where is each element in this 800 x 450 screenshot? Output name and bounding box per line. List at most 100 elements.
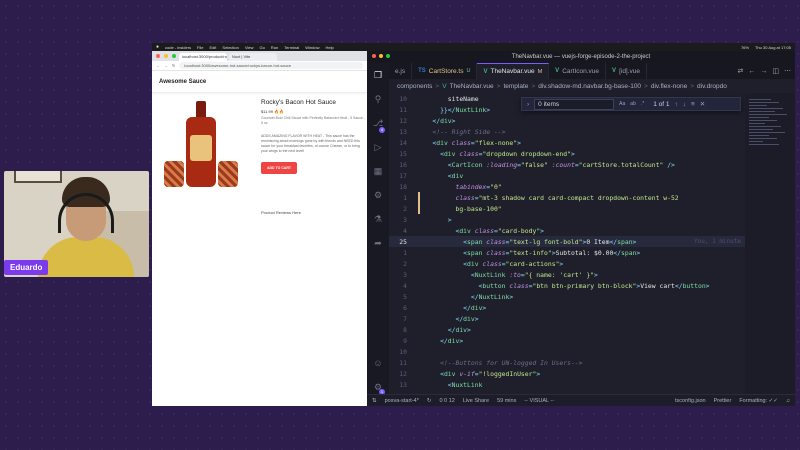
code-line: 18 tabindex="0" (389, 181, 745, 192)
notifications-bell-icon[interactable]: ♫ (786, 398, 790, 404)
browser-tab-nuxt[interactable]: Nuxt | Vite (229, 53, 277, 61)
previous-match-icon[interactable]: ↑ (674, 101, 677, 108)
tab-carticon[interactable]: V CartIcon.vue (549, 63, 607, 79)
breadcrumb-separator: > (690, 82, 695, 90)
line-number: 11 (399, 358, 407, 367)
product-title: Rocky's Bacon Hot Sauce (261, 99, 336, 106)
code-line: 16 <CartIcon :loading="false" :count="ca… (389, 159, 745, 170)
vim-mode: -- VISUAL -- (524, 397, 555, 404)
site-title[interactable]: Awesome Sauce (159, 79, 206, 85)
minimap-line (749, 132, 785, 134)
line-number: 3 (403, 270, 407, 279)
minimize-window-icon[interactable] (164, 54, 168, 58)
remote-icon[interactable]: ⚙ (372, 189, 384, 201)
browser-window: localhost:3000/product/rocky... Nuxt | V… (152, 51, 367, 406)
tab-cartstore[interactable]: TS CartStore.ts U (412, 63, 478, 79)
next-match-icon[interactable]: ↓ (683, 101, 686, 108)
code-line: 1 class="mt-3 shadow card card-compact d… (389, 192, 745, 203)
toggle-replace-icon[interactable]: › (527, 101, 529, 108)
code-editor[interactable]: 10 siteName 11 }}</NuxtLink> 12 </div> 1… (389, 93, 745, 394)
prettier-status[interactable]: Prettier (714, 398, 732, 404)
tab-id-vue[interactable]: V [id].vue (606, 63, 648, 79)
editor-actions: ⇄ ← → ◫ ⋯ (738, 63, 796, 79)
browser-tab-product[interactable]: localhost:3000/product/rocky... (179, 53, 227, 61)
git-blame: You, 1 minute (694, 238, 741, 245)
menu-help[interactable]: Help (326, 45, 334, 50)
product-image (164, 101, 240, 191)
menu-view[interactable]: View (245, 45, 254, 50)
live-share-status[interactable]: Live Share (463, 398, 489, 404)
minimap-line (749, 105, 767, 107)
menu-window[interactable]: Window (305, 45, 319, 50)
tsconfig-status[interactable]: tsconfig.json (675, 398, 706, 404)
product-info: Rocky's Bacon Hot Sauce $11.99 🔥🔥 Gourme… (261, 99, 366, 174)
tab-label: CartStore.ts (428, 67, 464, 75)
run-debug-icon[interactable]: ▷ (372, 141, 384, 153)
more-actions-icon[interactable]: ⋯ (784, 67, 791, 75)
formatting-status[interactable]: Formatting: ✓✓ (739, 398, 778, 404)
code-text: bg-base-100" (417, 204, 502, 213)
menu-terminal[interactable]: Terminal (284, 45, 299, 50)
breadcrumb-item[interactable]: div.shadow-md.navbar.bg-base-100 (538, 83, 641, 90)
minimize-window-icon[interactable] (379, 54, 383, 58)
clock[interactable]: Thu 30 Aug at 17:05 (755, 45, 791, 50)
line-number: 12 (399, 116, 407, 125)
sync-icon[interactable]: ↻ (427, 398, 432, 404)
code-line: 17 <div (389, 170, 745, 181)
account-icon[interactable]: ☺ (372, 357, 384, 369)
reload-icon[interactable]: ↻ (172, 63, 175, 68)
breadcrumb-item[interactable]: template (503, 83, 528, 90)
close-window-icon[interactable] (156, 54, 160, 58)
maximize-window-icon[interactable] (172, 54, 176, 58)
apple-icon[interactable]: ● (156, 44, 159, 50)
split-editor-icon[interactable]: ◫ (772, 67, 779, 75)
battery-status[interactable]: 76% (741, 45, 749, 50)
compare-icon[interactable]: ⇄ (738, 67, 744, 75)
breadcrumb-item[interactable]: components (397, 83, 432, 90)
session-timer[interactable]: 59 mins (497, 398, 516, 404)
address-bar[interactable]: localhost:3000/awesome-hot-sauce/rockys-… (179, 62, 363, 69)
menu-run[interactable]: Run (271, 45, 278, 50)
maximize-window-icon[interactable] (386, 54, 390, 58)
find-input[interactable]: 0 items (534, 98, 615, 110)
tab-git-marker: U (466, 68, 471, 74)
forward-icon[interactable]: → (164, 63, 168, 68)
menu-file[interactable]: File (197, 45, 203, 50)
search-icon[interactable]: ⚲ (372, 93, 384, 105)
menu-app-name[interactable]: code - insiders (165, 45, 191, 50)
go-back-icon[interactable]: ← (748, 68, 755, 75)
close-icon[interactable]: ✕ (700, 100, 705, 108)
explorer-icon[interactable]: ❐ (372, 69, 384, 81)
code-text: <div (417, 171, 464, 180)
problems-count[interactable]: 0 0 12 (439, 398, 454, 404)
menu-selection[interactable]: Selection (222, 45, 238, 50)
close-window-icon[interactable] (372, 54, 376, 58)
add-to-cart-button[interactable]: ADD TO CART (261, 162, 298, 174)
breadcrumb-separator: > (435, 82, 440, 90)
live-share-icon[interactable]: ➦ (372, 237, 384, 249)
line-number: 8 (403, 325, 407, 334)
regex-icon[interactable]: .* (641, 101, 644, 107)
breadcrumb-item[interactable]: div.dropdo (697, 83, 727, 90)
vscode-window: TheNavbar.vue — vuejs-forge-episode-2-th… (367, 51, 795, 406)
tab-thenavbar[interactable]: V TheNavbar.vue M (477, 63, 550, 79)
breadcrumb-item[interactable]: TheNavbar.vue (450, 83, 494, 90)
extensions-icon[interactable]: ▦ (372, 165, 384, 177)
whole-word-icon[interactable]: ab (630, 101, 636, 107)
menu-edit[interactable]: Edit (210, 45, 217, 50)
code-line: 8 </div> (389, 324, 745, 335)
remote-indicator-icon[interactable]: ⇅ (372, 398, 377, 404)
code-text: <button class="btn btn-primary btn-block… (417, 281, 710, 290)
menu-go[interactable]: Go (259, 45, 264, 50)
git-branch[interactable]: posva-start-4* (385, 398, 419, 404)
tab-e-js[interactable]: e.js (389, 63, 413, 79)
match-case-icon[interactable]: Aa (619, 101, 625, 107)
find-in-selection-icon[interactable]: ≡ (691, 101, 695, 108)
code-line: 9 </div> (389, 335, 745, 346)
testing-icon[interactable]: ⚗ (372, 213, 384, 225)
code-line: 10 (389, 346, 745, 357)
back-icon[interactable]: ← (156, 63, 160, 68)
minimap[interactable] (745, 93, 795, 394)
breadcrumb-item[interactable]: div.flex-none (651, 83, 687, 90)
go-forward-icon[interactable]: → (760, 68, 767, 75)
